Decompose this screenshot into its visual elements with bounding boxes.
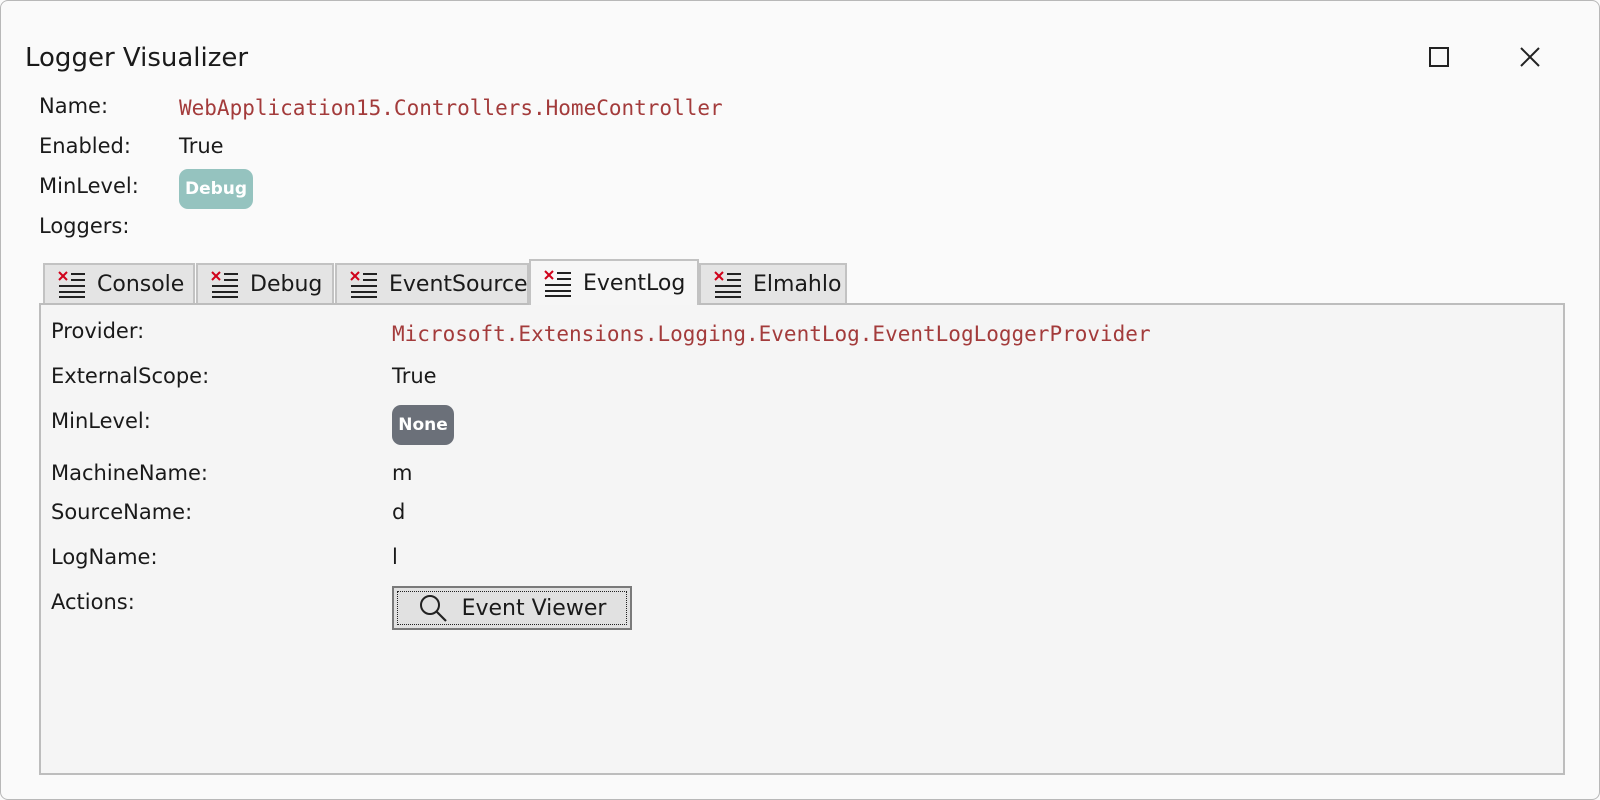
enabled-label: Enabled: <box>39 134 131 158</box>
logger-list-icon <box>350 271 377 298</box>
window-title: Logger Visualizer <box>25 43 249 73</box>
enabled-value: True <box>179 134 224 158</box>
event-viewer-label: Event Viewer <box>461 595 607 621</box>
logger-list-icon <box>544 270 571 297</box>
maximize-icon <box>1429 47 1449 67</box>
tab-label: EventSource <box>389 271 528 297</box>
minlevel-badge: Debug <box>179 169 253 209</box>
event-viewer-button[interactable]: Event Viewer <box>392 586 632 630</box>
name-label: Name: <box>39 94 109 118</box>
tab-label: Elmahlo <box>753 271 842 297</box>
maximize-button[interactable] <box>1419 39 1459 75</box>
tab-elmahlo[interactable]: Elmahlo <box>699 263 847 303</box>
logger-list-icon <box>211 271 238 298</box>
minlevel-label: MinLevel: <box>39 174 139 198</box>
close-icon <box>1520 47 1540 67</box>
tab-debug[interactable]: Debug <box>196 263 334 303</box>
tab-label: EventLog <box>583 270 686 296</box>
tab-label: Debug <box>250 271 323 297</box>
tab-label: Console <box>97 271 185 297</box>
search-icon <box>419 595 447 622</box>
logger-list-icon <box>714 271 741 298</box>
close-button[interactable] <box>1510 39 1550 75</box>
logger-list-icon <box>58 271 85 298</box>
logger-visualizer-window: Logger Visualizer Name: WebApplication15… <box>0 0 1600 800</box>
eventlog-tab-panel <box>39 303 1565 775</box>
tab-eventsource[interactable]: EventSource <box>335 263 529 303</box>
tab-console[interactable]: Console <box>43 263 195 303</box>
name-value: WebApplication15.Controllers.HomeControl… <box>179 96 723 120</box>
loggers-label: Loggers: <box>39 214 130 238</box>
tab-eventlog[interactable]: EventLog <box>529 259 699 305</box>
